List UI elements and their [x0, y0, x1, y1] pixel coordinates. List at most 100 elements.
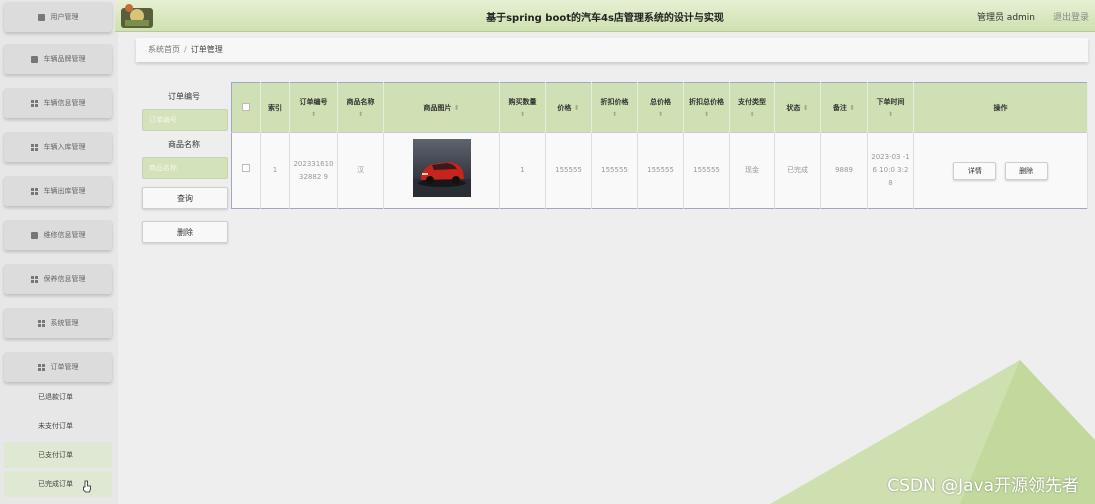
breadcrumb-current: 订单管理 [190, 45, 223, 54]
column-header-label: 总价格 [650, 98, 671, 106]
column-header-label: 支付类型 [738, 98, 766, 106]
app-title: 基于spring boot的汽车4s店管理系统的设计与实现 [486, 13, 724, 24]
cell-discount-price: 155555 [591, 132, 638, 209]
cell-total: 155555 [637, 132, 684, 209]
sidebar-item-brand[interactable]: 车辆品牌管理 [4, 44, 112, 74]
breadcrumb: 系统首页 / 订单管理 [136, 38, 1088, 62]
sort-icon[interactable]: ⬍ [454, 104, 460, 112]
row-select-cell [231, 132, 261, 209]
sort-icon[interactable]: ⬍ [686, 111, 727, 118]
cell-order-time: 2023-03 -16 10:0 3:28 [867, 132, 914, 209]
logout-link[interactable]: 退出登录 [1053, 10, 1089, 23]
sort-icon[interactable]: ⬍ [870, 111, 911, 118]
sidebar-item-label: 车辆信息管理 [43, 99, 86, 107]
column-header-label: 价格 [557, 103, 572, 112]
column-header-label: 状态 [786, 103, 801, 112]
column-header-label: 商品名称 [346, 98, 375, 106]
grid-icon [30, 275, 38, 283]
sidebar-item-orders[interactable]: 订单管理 [4, 352, 112, 382]
column-header[interactable]: 折扣价格 ⬍ [591, 82, 638, 133]
cell-actions: 详情 删除 [913, 132, 1088, 209]
sort-icon[interactable]: ⬍ [340, 111, 381, 118]
column-header-label: 购买数量 [508, 98, 537, 106]
query-button[interactable]: 查询 [142, 187, 228, 209]
current-user: 管理员 admin [976, 13, 1035, 23]
batch-delete-button[interactable]: 删除 [142, 221, 228, 243]
cell-quantity: 1 [499, 132, 546, 209]
hand-cursor-icon [83, 480, 91, 493]
orders-table: 索引 订单编号 ⬍ 商品名称 ⬍ 商品图片 ⬍ 购买数量 ⬍ 价格 ⬍ 折扣价格 ⬍ 总… [231, 82, 1088, 209]
doc-icon [30, 231, 38, 239]
sort-icon[interactable]: ⬍ [292, 111, 335, 118]
sub-item-refunded-orders[interactable]: 已退款订单 [4, 384, 112, 410]
grid-icon [30, 143, 38, 151]
sidebar-item-label: 用户管理 [50, 13, 79, 21]
sidebar-item-label: 车辆入库管理 [43, 143, 86, 151]
cell-product: 汉 [337, 132, 384, 209]
column-header[interactable]: 支付类型 ⬍ [729, 82, 775, 133]
column-header[interactable]: 下单时间 ⬍ [867, 82, 914, 133]
delete-button[interactable]: 删除 [1004, 161, 1048, 180]
doc-icon [30, 55, 38, 63]
watermark: CSDN @Java开源领先者 [887, 476, 1079, 496]
order-no-input[interactable] [142, 109, 228, 131]
sidebar-item-label: 维修信息管理 [43, 231, 86, 239]
column-header-label: 订单编号 [299, 98, 328, 106]
cell-status: 已完成 [774, 132, 821, 209]
product-name-label: 商品名称 [168, 140, 200, 149]
sort-icon[interactable]: ⬍ [574, 104, 580, 112]
column-header[interactable]: 购买数量 ⬍ [499, 82, 546, 133]
column-header-label: 折扣价格 [600, 98, 629, 106]
sidebar: 用户管理 车辆品牌管理 车辆信息管理 车辆入库管理 车辆出库管理 维修信息管理 … [0, 0, 118, 504]
sort-icon[interactable]: ⬍ [640, 111, 681, 118]
grid-icon [37, 319, 45, 327]
column-header[interactable]: 订单编号 ⬍ [289, 82, 338, 133]
top-header: 基于spring boot的汽车4s店管理系统的设计与实现 管理员 admin … [115, 0, 1095, 32]
sub-item-unpaid-orders[interactable]: 未支付订单 [4, 413, 112, 439]
column-header[interactable]: 折扣总价格 ⬍ [683, 82, 730, 133]
product-name-input[interactable] [142, 157, 228, 179]
column-header[interactable]: 价格 ⬍ [545, 82, 592, 133]
sidebar-item-label: 系统管理 [50, 319, 79, 327]
select-all-checkbox[interactable] [242, 102, 250, 111]
cell-discount-total: 155555 [683, 132, 730, 209]
sub-item-completed-orders[interactable]: 已完成订单 [4, 471, 112, 497]
sort-icon[interactable]: ⬍ [803, 104, 809, 112]
sidebar-item-system[interactable]: 系统管理 [4, 308, 112, 338]
column-header[interactable]: 商品图片 ⬍ [383, 82, 500, 133]
order-no-label: 订单编号 [168, 92, 200, 101]
red-car-image [412, 162, 471, 197]
column-header[interactable]: 状态 ⬍ [774, 82, 821, 133]
sidebar-item-repair[interactable]: 维修信息管理 [4, 220, 112, 250]
sidebar-item-maintenance[interactable]: 保养信息管理 [4, 264, 112, 294]
sort-icon[interactable]: ⬍ [732, 111, 772, 118]
row-checkbox[interactable] [242, 164, 250, 172]
sort-icon[interactable]: ⬍ [594, 111, 635, 118]
breadcrumb-home[interactable]: 系统首页 [148, 45, 180, 54]
cell-price: 155555 [545, 132, 592, 209]
column-header-label: 折扣总价格 [689, 98, 724, 106]
sub-item-paid-orders[interactable]: 已支付订单 [4, 442, 112, 468]
column-header-label: 下单时间 [876, 98, 905, 106]
doc-icon [37, 13, 45, 21]
column-header[interactable]: 备注 ⬍ [820, 82, 868, 133]
background-decoration [770, 360, 1095, 504]
cell-product-image [383, 132, 500, 209]
sidebar-item-label: 保养信息管理 [43, 275, 86, 283]
grid-icon [30, 187, 38, 195]
grid-icon [30, 99, 38, 107]
sort-icon[interactable]: ⬍ [849, 104, 855, 112]
column-header[interactable]: 商品名称 ⬍ [337, 82, 384, 133]
sort-icon[interactable]: ⬍ [502, 111, 543, 118]
sidebar-item-stock-in[interactable]: 车辆入库管理 [4, 132, 112, 162]
cell-order-no: 20233161032882 9 [289, 132, 338, 209]
column-header[interactable]: 总价格 ⬍ [637, 82, 684, 133]
sidebar-item-label: 车辆品牌管理 [43, 55, 86, 63]
sidebar-item-vehicle-info[interactable]: 车辆信息管理 [4, 88, 112, 118]
cell-pay-type: 现金 [729, 132, 775, 209]
sidebar-item-stock-out[interactable]: 车辆出库管理 [4, 176, 112, 206]
detail-button[interactable]: 详情 [953, 161, 997, 180]
cell-note: 9889 [820, 132, 868, 209]
column-header: 索引 [260, 82, 290, 133]
sidebar-item-users[interactable]: 用户管理 [4, 2, 112, 32]
